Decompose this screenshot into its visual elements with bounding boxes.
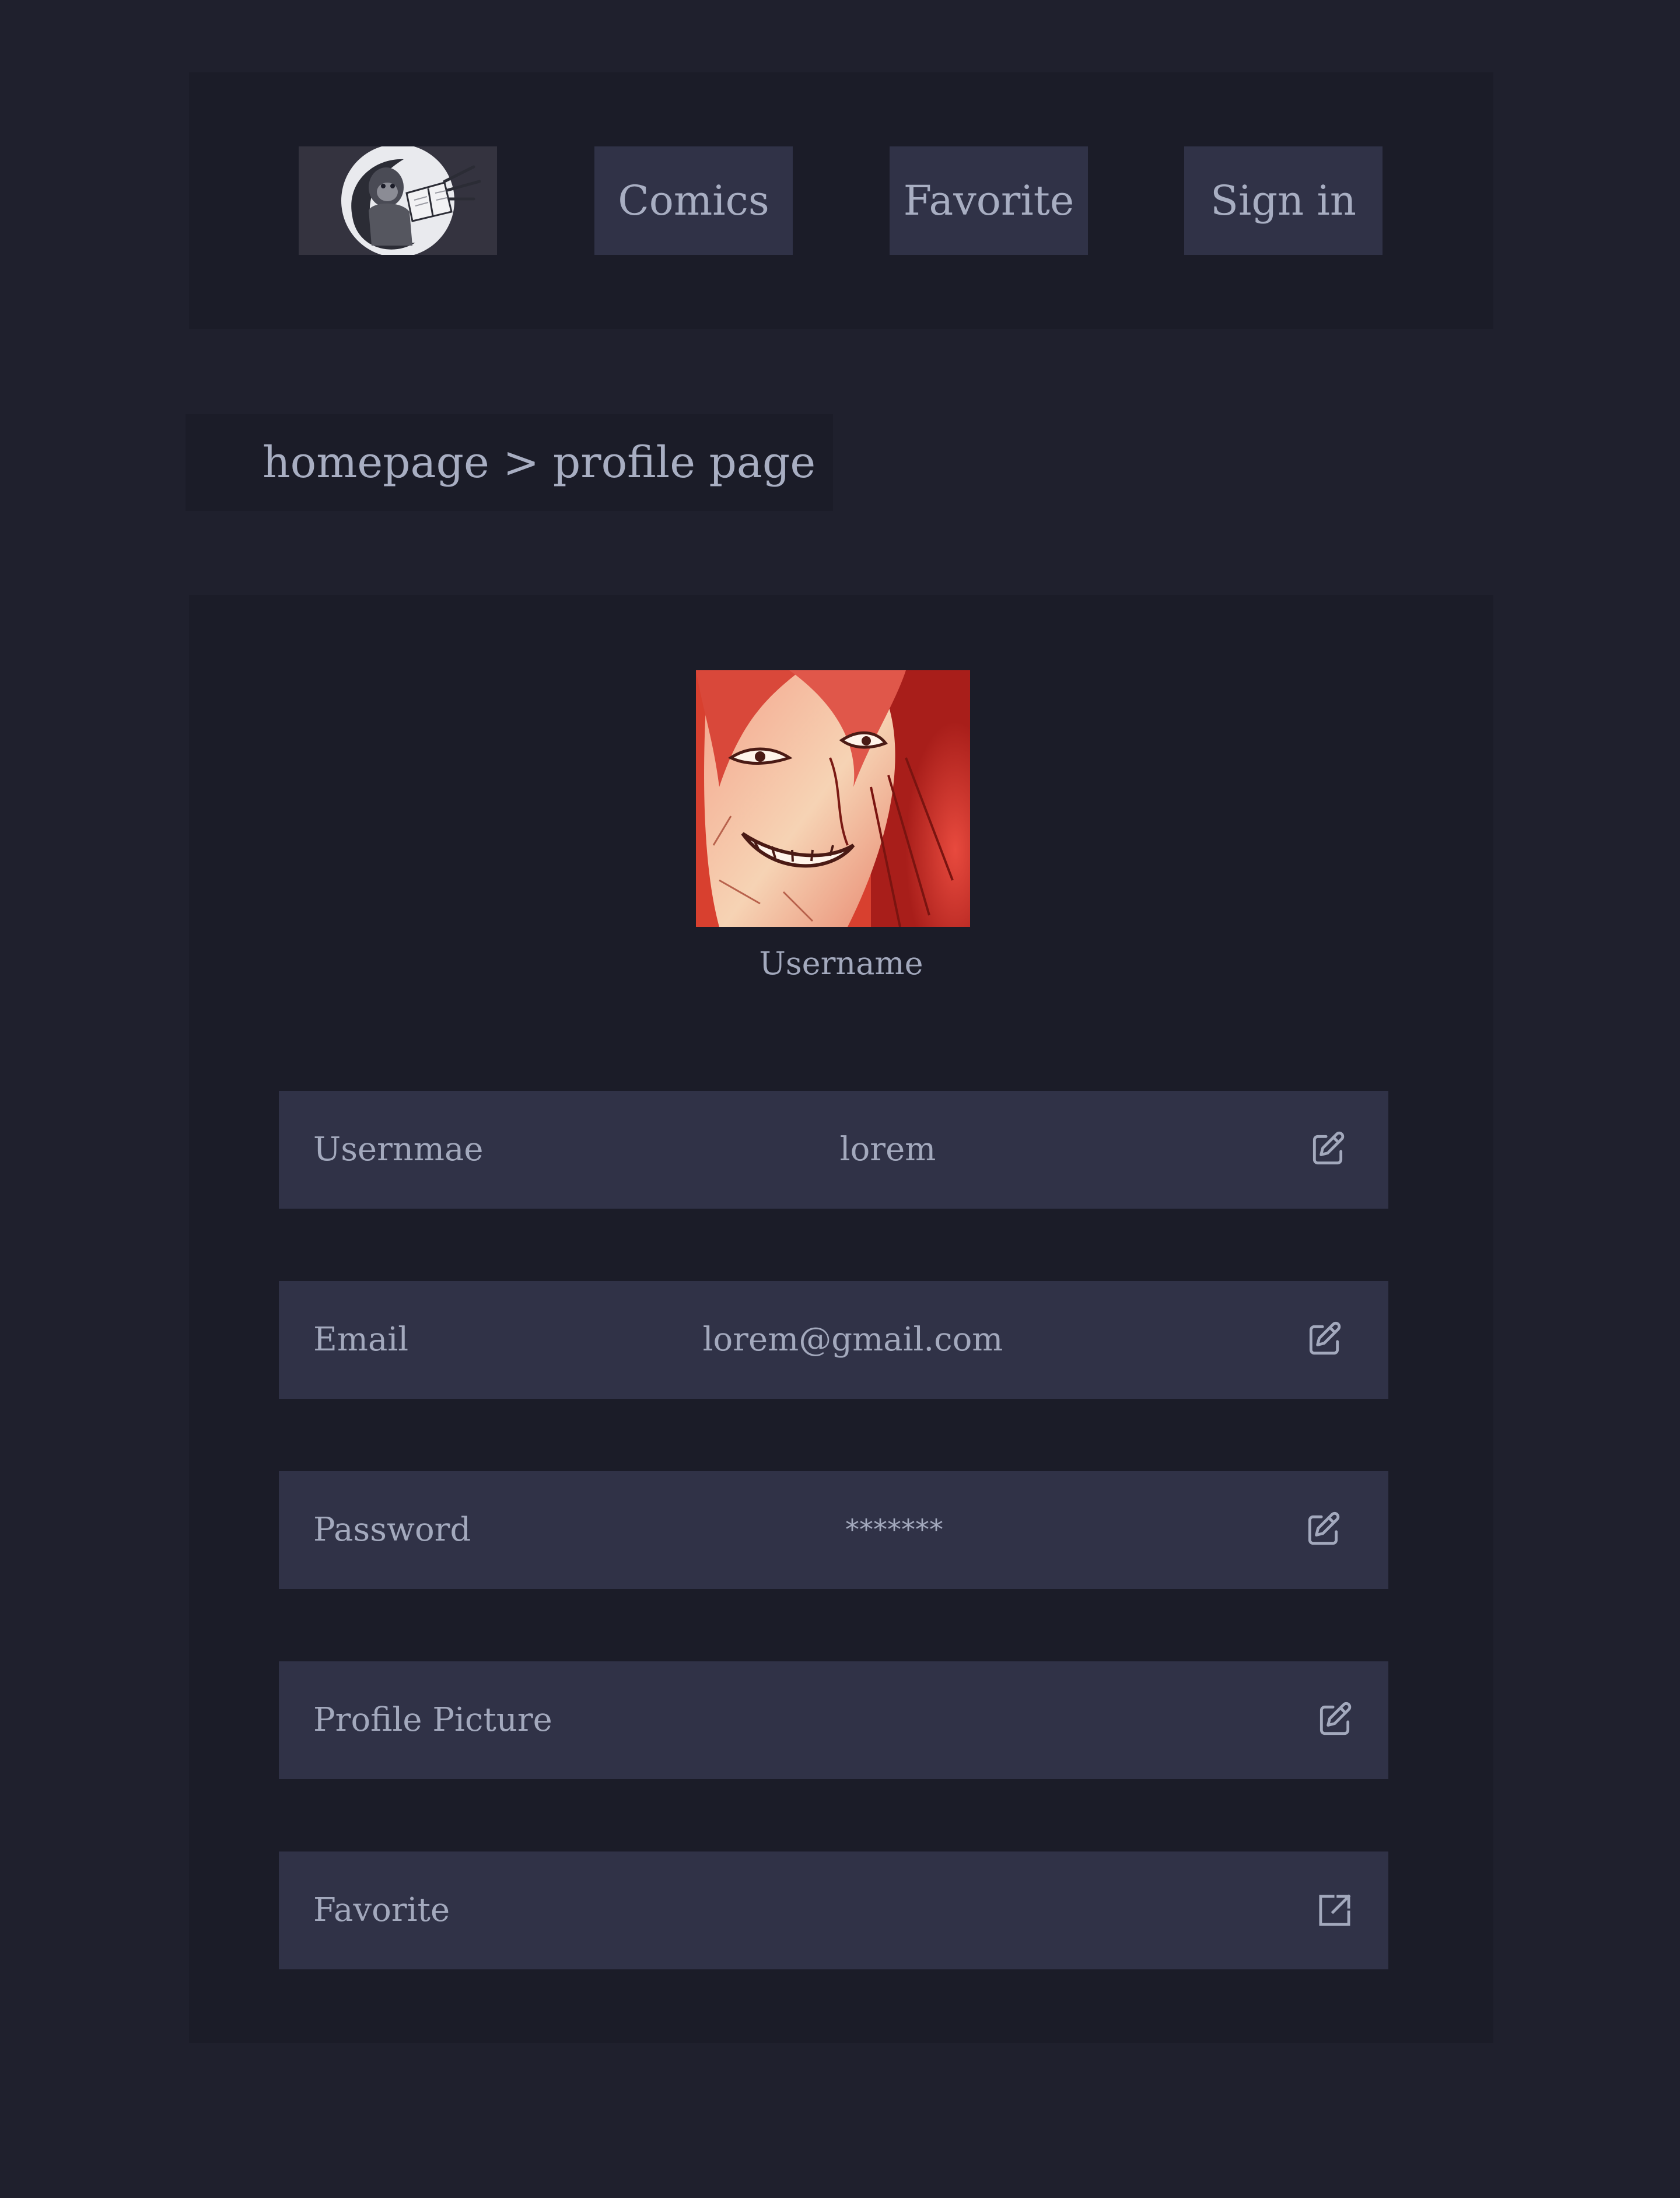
monkey-logo-graphic bbox=[299, 146, 497, 255]
favorite-field-label: Favorite bbox=[313, 1891, 450, 1929]
password-field-row: Password ******* bbox=[279, 1471, 1388, 1589]
profile-picture-field-label: Profile Picture bbox=[313, 1701, 552, 1739]
email-field-value: lorem@gmail.com bbox=[702, 1321, 1003, 1359]
edit-icon[interactable] bbox=[1303, 1510, 1343, 1550]
favorite-field-row[interactable]: Favorite bbox=[279, 1852, 1388, 1969]
top-navbar: Comics Favorite Sign in bbox=[189, 72, 1493, 329]
avatar bbox=[696, 670, 970, 927]
password-field-label: Password bbox=[313, 1511, 471, 1549]
username-field-label: Usernmae bbox=[313, 1130, 484, 1168]
profile-display-name: Username bbox=[759, 945, 923, 982]
username-field-row: Usernmae lorem bbox=[279, 1091, 1388, 1209]
edit-icon[interactable] bbox=[1315, 1700, 1354, 1740]
email-field-row: Email lorem@gmail.com bbox=[279, 1281, 1388, 1399]
edit-icon[interactable] bbox=[1304, 1320, 1344, 1360]
email-field-label: Email bbox=[313, 1321, 409, 1359]
nav-favorite-button[interactable]: Favorite bbox=[890, 146, 1088, 255]
breadcrumb: homepage > profile page bbox=[186, 414, 833, 511]
monkey-logo-icon[interactable] bbox=[299, 146, 497, 255]
nav-sign-in-button[interactable]: Sign in bbox=[1184, 146, 1382, 255]
username-field-value: lorem bbox=[839, 1130, 936, 1168]
external-link-icon[interactable] bbox=[1315, 1891, 1354, 1930]
profile-card: Username Usernmae lorem Email lorem@gmai… bbox=[189, 595, 1493, 2043]
nav-comics-button[interactable]: Comics bbox=[594, 146, 793, 255]
manga-character-avatar-image bbox=[696, 670, 970, 927]
password-field-value: ******* bbox=[845, 1514, 943, 1546]
profile-picture-field-row: Profile Picture bbox=[279, 1661, 1388, 1779]
edit-icon[interactable] bbox=[1308, 1130, 1348, 1170]
